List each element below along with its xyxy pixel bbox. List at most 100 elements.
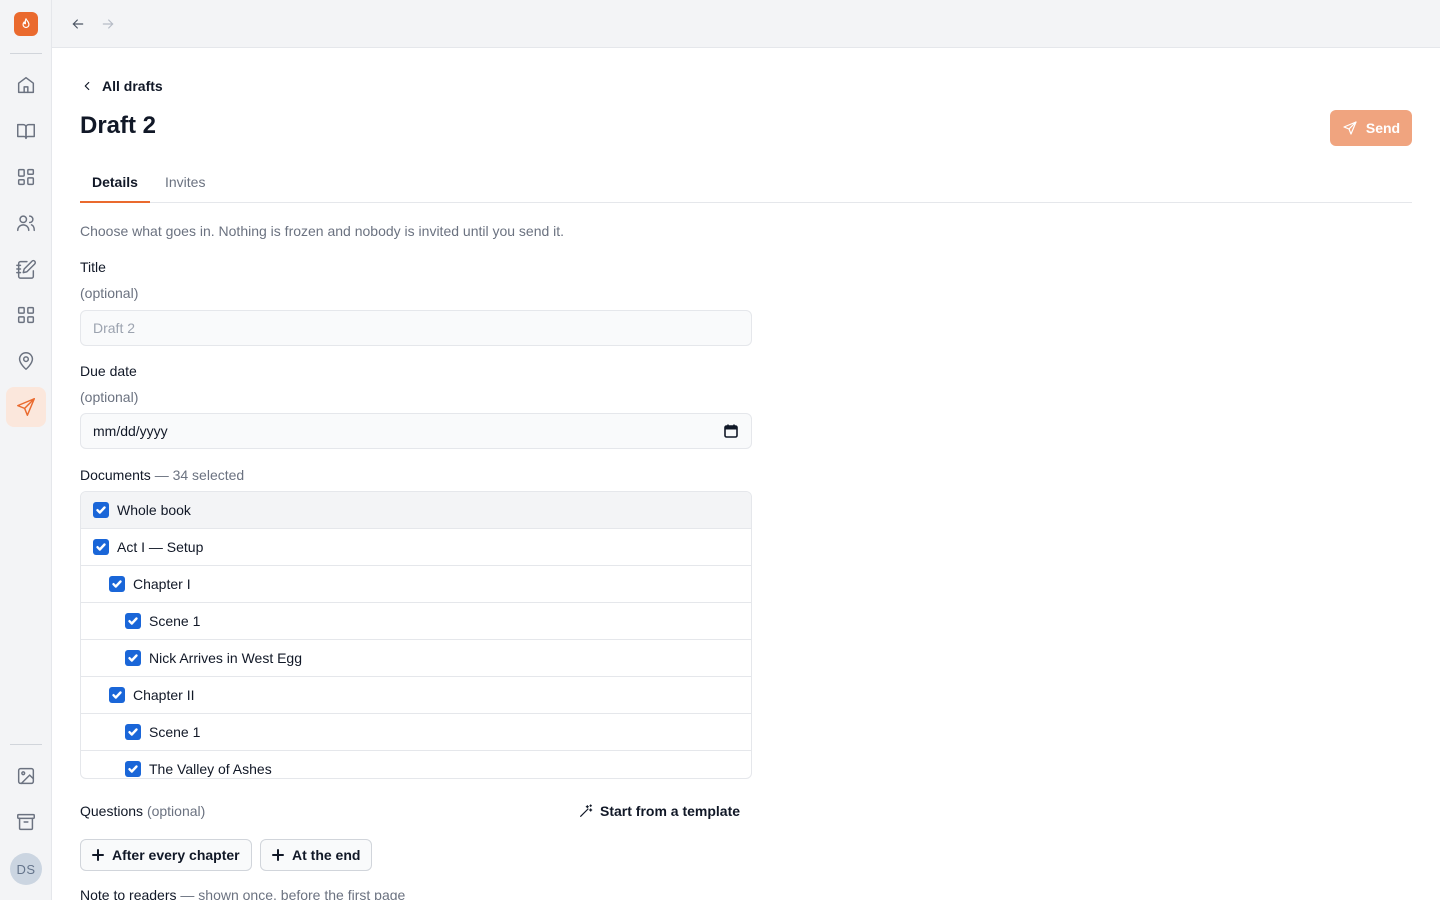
title-input[interactable]	[80, 310, 752, 346]
check-icon	[128, 617, 138, 625]
document-row[interactable]: Scene 1	[81, 714, 751, 751]
archive-icon	[17, 813, 35, 831]
questions-label: Questions (optional)	[80, 803, 205, 819]
questions-title: Questions	[80, 803, 144, 819]
sidebar-item-images[interactable]	[6, 756, 46, 796]
sidebar-item-apps[interactable]	[6, 295, 46, 335]
avatar[interactable]: DS	[10, 853, 42, 885]
check-icon	[96, 506, 106, 514]
document-checkbox[interactable]	[125, 650, 141, 666]
arrow-right-icon	[102, 19, 114, 29]
due-date-label: Due date	[80, 363, 137, 379]
sidebar-item-home[interactable]	[6, 65, 46, 105]
add-at-end-label: At the end	[292, 847, 361, 863]
document-checkbox[interactable]	[93, 539, 109, 555]
documents-title: Documents	[80, 467, 151, 483]
note-title: Note to readers	[80, 887, 177, 900]
sidebar: DS	[0, 0, 52, 900]
document-checkbox[interactable]	[125, 761, 141, 777]
document-label: Whole book	[117, 502, 191, 518]
app-logo[interactable]	[14, 12, 38, 36]
document-checkbox[interactable]	[93, 502, 109, 518]
send-icon	[1343, 121, 1357, 135]
due-date-value: mm/dd/yyyy	[93, 423, 168, 439]
start-from-template-button[interactable]: Start from a template	[578, 800, 740, 822]
document-label: The Valley of Ashes	[149, 761, 272, 777]
check-icon	[112, 691, 122, 699]
title-label: Title	[80, 259, 106, 275]
sidebar-item-library[interactable]	[6, 111, 46, 151]
check-icon	[112, 580, 122, 588]
document-label: Chapter I	[133, 576, 191, 592]
send-button[interactable]: Send	[1330, 110, 1412, 146]
calendar-icon[interactable]	[723, 423, 739, 439]
document-row[interactable]: Whole book	[81, 492, 751, 529]
sidebar-item-drafts[interactable]	[6, 387, 46, 427]
send-label: Send	[1365, 120, 1401, 136]
notebook-pen-icon	[16, 259, 36, 279]
check-icon	[128, 765, 138, 773]
sidebar-item-dashboard[interactable]	[6, 157, 46, 197]
title-optional-hint: (optional)	[80, 285, 139, 301]
arrow-left-icon	[72, 19, 84, 29]
tab-details[interactable]: Details	[80, 166, 150, 203]
document-label: Scene 1	[149, 613, 201, 629]
magic-wand-icon	[580, 804, 593, 817]
flame-icon	[22, 18, 30, 29]
document-checkbox[interactable]	[125, 724, 141, 740]
add-after-every-chapter-button[interactable]: After every chapter	[80, 839, 252, 871]
document-checkbox[interactable]	[109, 687, 125, 703]
rail-divider	[10, 744, 42, 745]
document-label: Chapter II	[133, 687, 195, 703]
document-row[interactable]: Chapter I	[81, 566, 751, 603]
intro-text: Choose what goes in. Nothing is frozen a…	[80, 223, 565, 239]
book-open-icon	[17, 123, 35, 140]
check-icon	[128, 654, 138, 662]
page-title: Draft 2	[80, 112, 157, 139]
add-at-end-button[interactable]: At the end	[260, 839, 373, 871]
forward-nav-button[interactable]	[96, 12, 120, 36]
top-bar	[52, 0, 1440, 48]
document-row[interactable]: Nick Arrives in West Egg	[81, 640, 751, 677]
all-drafts-label: All drafts	[102, 78, 163, 94]
map-pin-icon	[18, 352, 34, 370]
plus-icon	[272, 849, 284, 861]
tab-invites[interactable]: Invites	[153, 166, 217, 202]
note-hint: — shown once, before the first page	[180, 887, 406, 900]
layout-grid-icon	[17, 168, 35, 186]
tabs: Details Invites	[80, 166, 1412, 203]
document-checkbox[interactable]	[109, 576, 125, 592]
users-icon	[17, 215, 35, 232]
sidebar-item-locations[interactable]	[6, 341, 46, 381]
document-label: Act I — Setup	[117, 539, 204, 555]
sidebar-item-archive[interactable]	[6, 802, 46, 842]
documents-label: Documents — 34 selected	[80, 467, 244, 483]
documents-list: Whole book Act I — Setup Chapter I Scene…	[80, 491, 752, 779]
document-row[interactable]: Scene 1	[81, 603, 751, 640]
add-after-chapter-label: After every chapter	[112, 847, 240, 863]
document-label: Nick Arrives in West Egg	[149, 650, 303, 666]
send-icon	[17, 398, 35, 416]
sidebar-item-notebook[interactable]	[6, 249, 46, 289]
grid-icon	[17, 306, 35, 324]
due-date-optional-hint: (optional)	[80, 389, 139, 405]
document-label: Scene 1	[149, 724, 201, 740]
questions-optional-hint: (optional)	[146, 803, 206, 819]
document-row[interactable]: Act I — Setup	[81, 529, 751, 566]
main-content: All drafts Draft 2 Send Details Invites …	[80, 48, 1412, 900]
chevron-left-icon	[84, 81, 90, 91]
rail-divider	[10, 53, 42, 54]
check-icon	[96, 543, 106, 551]
home-icon	[17, 76, 35, 94]
document-row[interactable]: Chapter II	[81, 677, 751, 714]
document-checkbox[interactable]	[125, 613, 141, 629]
note-to-readers-label: Note to readers — shown once, before the…	[80, 887, 405, 900]
due-date-input[interactable]: mm/dd/yyyy	[80, 413, 752, 449]
check-icon	[128, 728, 138, 736]
image-icon	[17, 767, 35, 785]
back-nav-button[interactable]	[66, 12, 90, 36]
document-row[interactable]: The Valley of Ashes	[81, 751, 751, 778]
documents-count: — 34 selected	[154, 467, 245, 483]
all-drafts-link[interactable]: All drafts	[80, 76, 163, 96]
sidebar-item-people[interactable]	[6, 203, 46, 243]
